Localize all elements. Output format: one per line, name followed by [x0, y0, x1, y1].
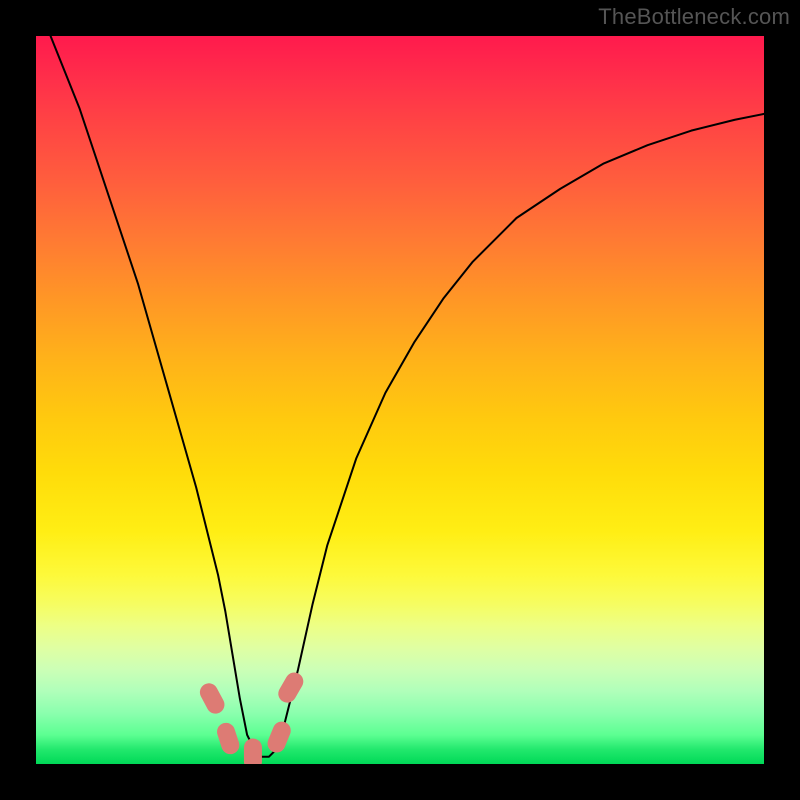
marker-1	[197, 680, 228, 717]
bottleneck-curve	[51, 36, 764, 757]
chart-frame: TheBottleneck.com	[0, 0, 800, 800]
marker-2	[215, 721, 242, 757]
marker-3	[244, 739, 262, 764]
curve-layer	[36, 36, 764, 764]
marker-4	[265, 719, 294, 755]
plot-area	[36, 36, 764, 764]
marker-5	[275, 669, 307, 706]
watermark-text: TheBottleneck.com	[598, 4, 790, 30]
